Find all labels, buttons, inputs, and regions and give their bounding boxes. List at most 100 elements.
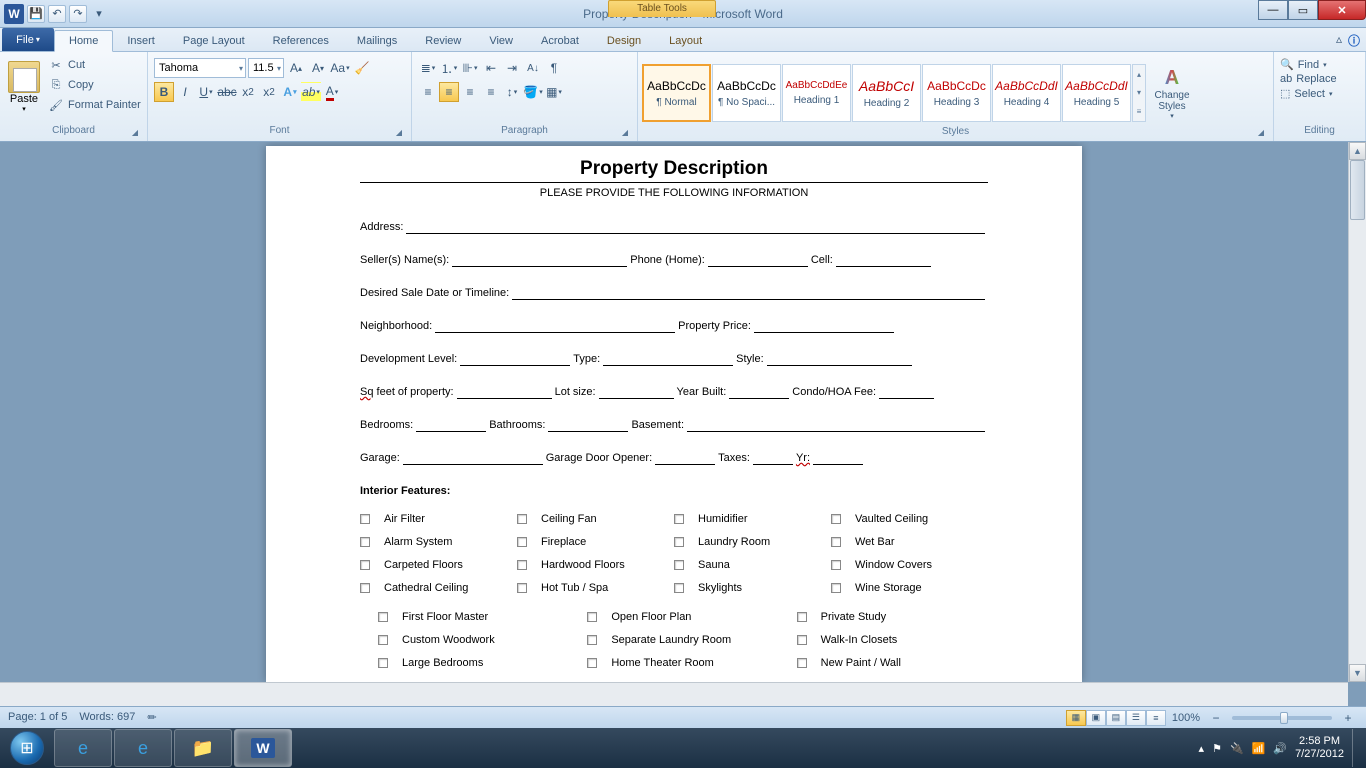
checkbox[interactable]: [517, 583, 527, 593]
subscript-button[interactable]: x2: [238, 82, 258, 102]
close-button[interactable]: ✕: [1318, 0, 1366, 20]
checkbox[interactable]: [674, 560, 684, 570]
page[interactable]: Property Description PLEASE PROVIDE THE …: [266, 146, 1082, 682]
style-tile-heading-5[interactable]: AaBbCcDdIHeading 5: [1062, 64, 1131, 122]
style-tile-heading-3[interactable]: AaBbCcDcHeading 3: [922, 64, 991, 122]
checkbox[interactable]: [360, 537, 370, 547]
qat-customize-icon[interactable]: ▾: [90, 5, 108, 23]
italic-button[interactable]: I: [175, 82, 195, 102]
checkbox[interactable]: [674, 537, 684, 547]
checkbox[interactable]: [797, 635, 807, 645]
paste-button[interactable]: Paste ▾: [4, 54, 44, 120]
zoom-out-button[interactable]: −: [1206, 708, 1226, 728]
checkbox[interactable]: [831, 537, 841, 547]
volume-icon[interactable]: 🔊: [1273, 742, 1287, 755]
taskbar-explorer[interactable]: 📁: [174, 729, 232, 767]
acrobat-tab[interactable]: Acrobat: [527, 31, 593, 51]
font-size-combo[interactable]: 11.5: [248, 58, 284, 78]
highlight-button[interactable]: ab: [301, 82, 321, 102]
numbering-button[interactable]: ⒈: [439, 58, 459, 78]
scroll-down-icon[interactable]: ▼: [1349, 664, 1366, 682]
maximize-button[interactable]: ▭: [1288, 0, 1318, 20]
grow-font-button[interactable]: A▴: [286, 58, 306, 78]
power-icon[interactable]: 🔌: [1230, 742, 1244, 755]
zoom-slider[interactable]: [1232, 716, 1332, 720]
copy-button[interactable]: ⎘Copy: [46, 76, 143, 94]
minimize-button[interactable]: —: [1258, 0, 1288, 20]
scroll-up-icon[interactable]: ▲: [1349, 142, 1366, 160]
text-effects-button[interactable]: A: [280, 82, 300, 102]
clipboard-launcher-icon[interactable]: ◢: [129, 128, 141, 140]
font-color-button[interactable]: A: [322, 82, 342, 102]
change-case-button[interactable]: Aa: [330, 58, 350, 78]
styles-gallery-more[interactable]: ▴▾≡: [1132, 64, 1146, 122]
style-tile-heading-2[interactable]: AaBbCcIHeading 2: [852, 64, 921, 122]
style-tile--normal[interactable]: AaBbCcDc¶ Normal: [642, 64, 711, 122]
checkbox[interactable]: [831, 514, 841, 524]
file-tab[interactable]: File▾: [2, 28, 54, 51]
show-marks-button[interactable]: ¶: [544, 58, 564, 78]
checkbox[interactable]: [517, 514, 527, 524]
multilevel-button[interactable]: ⊪: [460, 58, 480, 78]
scroll-thumb[interactable]: [1350, 160, 1365, 220]
superscript-button[interactable]: x2: [259, 82, 279, 102]
checkbox[interactable]: [360, 560, 370, 570]
tray-clock[interactable]: 2:58 PM7/27/2012: [1295, 735, 1344, 761]
styles-launcher-icon[interactable]: ◢: [1255, 128, 1267, 140]
shrink-font-button[interactable]: A▾: [308, 58, 328, 78]
style-tile--no-spaci-[interactable]: AaBbCcDc¶ No Spaci...: [712, 64, 781, 122]
style-tile-heading-1[interactable]: AaBbCcDdEeHeading 1: [782, 64, 851, 122]
align-left-button[interactable]: ≡: [418, 82, 438, 102]
font-launcher-icon[interactable]: ◢: [393, 128, 405, 140]
references-tab[interactable]: References: [259, 31, 343, 51]
justify-button[interactable]: ≡: [481, 82, 501, 102]
show-desktop-button[interactable]: [1352, 729, 1360, 767]
select-button[interactable]: ⬚Select ▾: [1280, 87, 1333, 100]
word-icon[interactable]: W: [4, 4, 24, 24]
checkbox[interactable]: [378, 612, 388, 622]
change-styles-button[interactable]: AChange Styles▾: [1150, 60, 1194, 126]
checkbox[interactable]: [797, 658, 807, 668]
review-tab[interactable]: Review: [411, 31, 475, 51]
bold-button[interactable]: B: [154, 82, 174, 102]
design-tab[interactable]: Design: [593, 31, 655, 51]
clear-formatting-button[interactable]: 🧹: [352, 58, 372, 78]
strikethrough-button[interactable]: abc: [217, 82, 237, 102]
find-button[interactable]: 🔍Find ▾: [1280, 58, 1327, 71]
network-icon[interactable]: 📶: [1252, 742, 1266, 755]
checkbox[interactable]: [674, 583, 684, 593]
document-scroll[interactable]: Property Description PLEASE PROVIDE THE …: [0, 142, 1348, 682]
flag-icon[interactable]: ⚑: [1212, 742, 1222, 755]
checkbox[interactable]: [674, 514, 684, 524]
draft-view-button[interactable]: ≡: [1146, 710, 1166, 726]
insert-tab[interactable]: Insert: [113, 31, 169, 51]
page-status[interactable]: Page: 1 of 5: [8, 711, 67, 724]
checkbox[interactable]: [378, 658, 388, 668]
page-layout-tab[interactable]: Page Layout: [169, 31, 259, 51]
replace-button[interactable]: abReplace: [1280, 73, 1337, 85]
checkbox[interactable]: [797, 612, 807, 622]
align-right-button[interactable]: ≡: [460, 82, 480, 102]
vertical-scrollbar[interactable]: ▲ ▼: [1348, 142, 1366, 682]
zoom-in-button[interactable]: +: [1338, 708, 1358, 728]
print-layout-view-button[interactable]: ▦: [1066, 710, 1086, 726]
checkbox[interactable]: [360, 583, 370, 593]
home-tab[interactable]: Home: [54, 30, 113, 52]
checkbox[interactable]: [360, 514, 370, 524]
checkbox[interactable]: [587, 612, 597, 622]
start-button[interactable]: ⊞: [0, 728, 54, 768]
style-tile-heading-4[interactable]: AaBbCcDdIHeading 4: [992, 64, 1061, 122]
taskbar-word[interactable]: W: [234, 729, 292, 767]
decrease-indent-button[interactable]: ⇤: [481, 58, 501, 78]
zoom-level[interactable]: 100%: [1172, 712, 1200, 724]
help-icon[interactable]: ⓘ: [1348, 32, 1360, 49]
view-tab[interactable]: View: [475, 31, 527, 51]
underline-button[interactable]: U: [196, 82, 216, 102]
horizontal-scrollbar[interactable]: [0, 682, 1348, 706]
bullets-button[interactable]: ≣: [418, 58, 438, 78]
font-name-combo[interactable]: Tahoma: [154, 58, 246, 78]
format-painter-button[interactable]: 🖌Format Painter: [46, 96, 143, 114]
checkbox[interactable]: [587, 635, 597, 645]
sort-button[interactable]: A↓: [523, 58, 543, 78]
web-layout-view-button[interactable]: ▤: [1106, 710, 1126, 726]
